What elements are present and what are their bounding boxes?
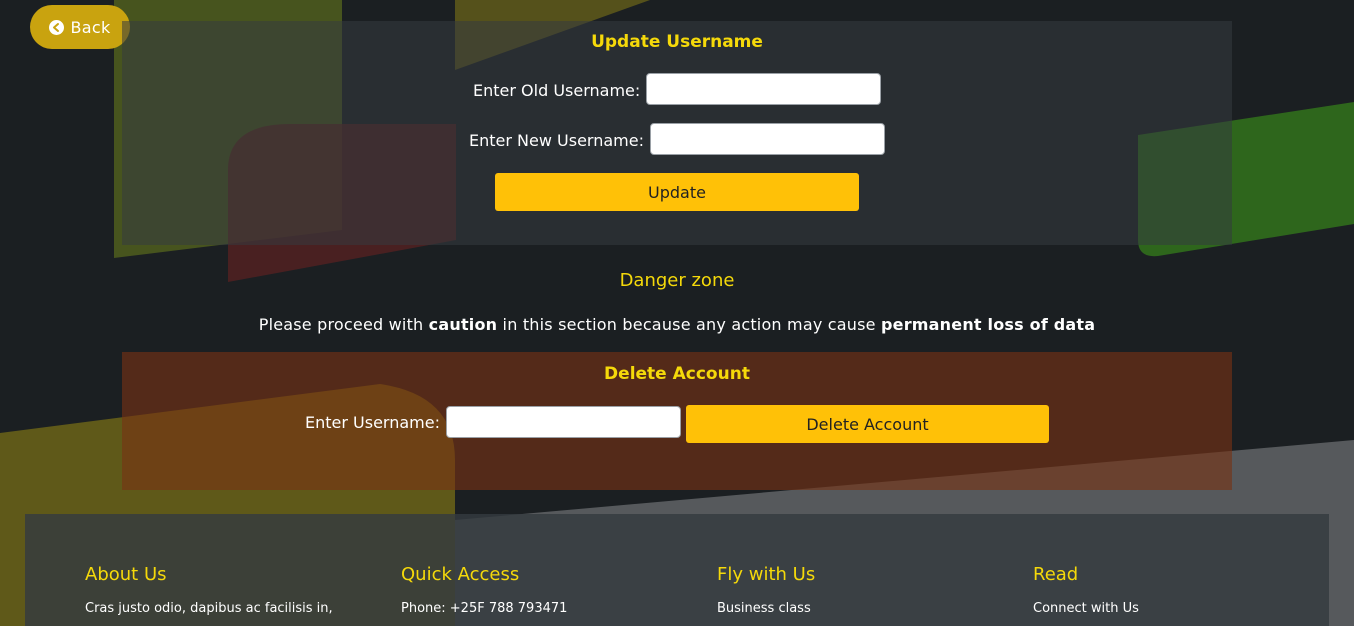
footer-link-connect[interactable]: Connect with Us <box>1033 601 1139 616</box>
update-button[interactable]: Update <box>495 173 859 211</box>
account-settings-page: Back Update Username Enter Old Username:… <box>0 0 1354 626</box>
warning-data-loss: permanent loss of data <box>881 315 1096 334</box>
footer-phone: Phone: +25F 788 793471 <box>401 601 568 616</box>
footer-text: Cras justo odio, dapibus ac facilisis in… <box>85 601 333 616</box>
warning-prefix: Please proceed with <box>258 315 429 334</box>
back-button[interactable]: Back <box>30 5 130 49</box>
delete-account-button[interactable]: Delete Account <box>686 405 1049 443</box>
old-username-label: Enter Old Username: <box>473 81 641 100</box>
delete-username-input[interactable] <box>446 406 681 438</box>
footer-heading: Fly with Us <box>717 564 816 585</box>
danger-warning-text: Please proceed with caution in this sect… <box>0 315 1354 334</box>
footer-column-fly: Fly with Us Business class <box>717 564 815 616</box>
arrow-circle-left-icon <box>49 19 65 35</box>
danger-zone-title: Danger zone <box>619 270 735 291</box>
footer-heading: About Us <box>85 564 167 585</box>
footer-heading: Quick Access <box>401 564 520 585</box>
footer-link-business-class[interactable]: Business class <box>717 601 815 616</box>
delete-account-panel: Delete Account Enter Username: Delete Ac… <box>122 352 1232 490</box>
footer-column-read: Read Connect with Us <box>1033 564 1139 616</box>
footer-heading: Read <box>1033 564 1079 585</box>
footer-column-quick-access: Quick Access Phone: +25F 788 793471 <box>401 564 567 616</box>
update-username-panel: Update Username Enter Old Username: Ente… <box>122 21 1232 245</box>
footer-column-about: About Us Cras justo odio, dapibus ac fac… <box>85 564 333 616</box>
back-button-label: Back <box>70 17 111 37</box>
footer: About Us Cras justo odio, dapibus ac fac… <box>25 514 1329 626</box>
new-username-input[interactable] <box>650 123 885 155</box>
main-content: Back Update Username Enter Old Username:… <box>0 0 1354 626</box>
new-username-label: Enter New Username: <box>469 131 644 150</box>
delete-username-label: Enter Username: <box>305 413 440 432</box>
warning-caution: caution <box>428 315 498 334</box>
warning-middle: in this section because any action may c… <box>497 315 882 334</box>
delete-account-title: Delete Account <box>604 364 750 384</box>
old-username-input[interactable] <box>646 73 881 105</box>
update-username-title: Update Username <box>591 32 763 52</box>
